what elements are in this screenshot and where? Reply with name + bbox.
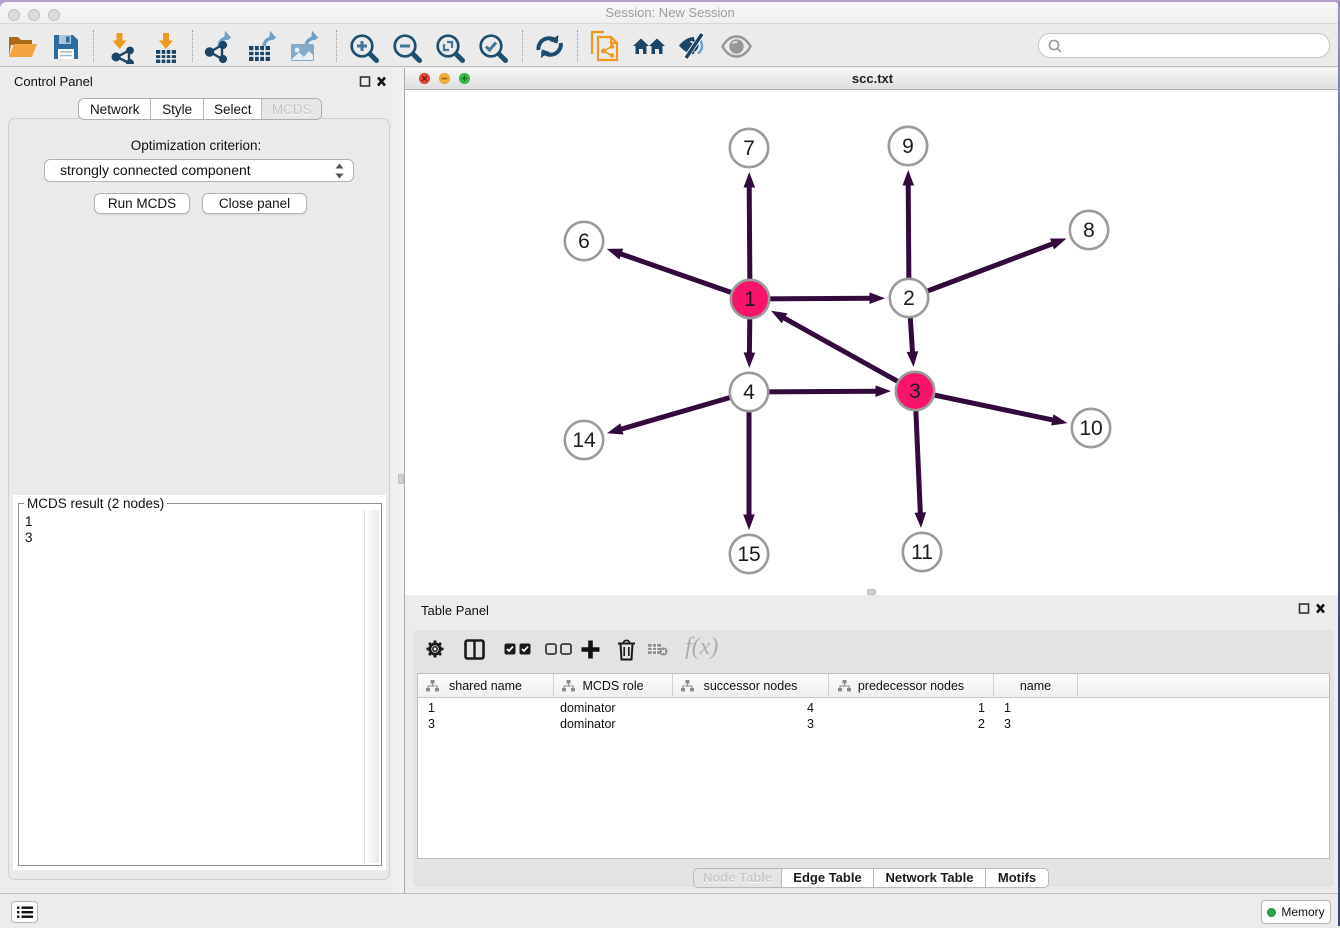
svg-text:7: 7 <box>743 137 755 160</box>
svg-text:6: 6 <box>578 230 590 253</box>
svg-text:10: 10 <box>1079 417 1102 440</box>
svg-text:2: 2 <box>903 287 915 310</box>
svg-text:14: 14 <box>572 429 596 452</box>
svg-text:1: 1 <box>744 288 756 311</box>
svg-text:15: 15 <box>737 543 760 566</box>
svg-text:8: 8 <box>1083 219 1095 242</box>
svg-text:9: 9 <box>902 135 914 158</box>
svg-text:4: 4 <box>743 381 755 404</box>
svg-text:11: 11 <box>911 541 933 564</box>
svg-text:3: 3 <box>909 380 921 403</box>
